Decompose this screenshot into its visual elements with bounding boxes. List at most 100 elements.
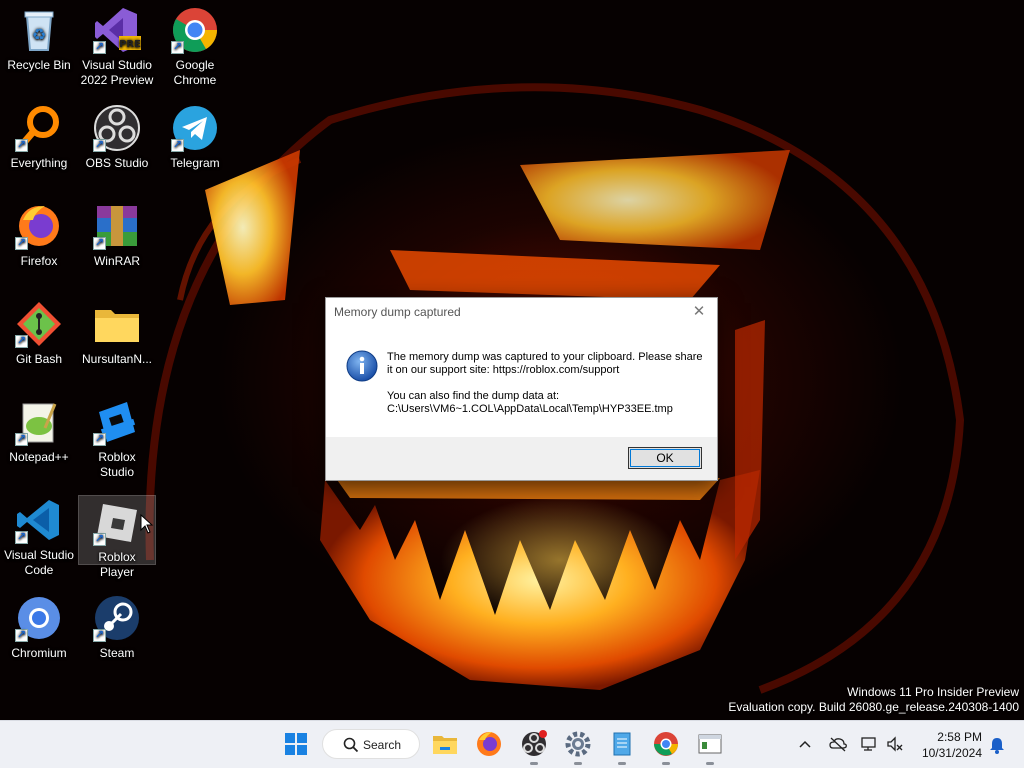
close-icon[interactable]: ✕ [689, 302, 709, 322]
desktop-icon-label: Firefox [20, 254, 58, 268]
desktop-icon-label: Chromium [11, 646, 67, 660]
firefox-icon: ↗ [15, 202, 63, 250]
folder-icon [93, 300, 141, 348]
desktop-icon-label: Roblox Studio [98, 450, 136, 479]
desktop-icon-label: Everything [10, 156, 68, 170]
memory-dump-dialog: Memory dump captured ✕ The memory dump w… [325, 297, 718, 481]
taskbar-settings[interactable] [563, 729, 593, 765]
desktop-icon-chrome[interactable]: ↗ Google Chrome [157, 0, 233, 90]
roblox-player-icon: ↗ [93, 498, 141, 546]
shortcut-arrow-icon: ↗ [93, 533, 106, 546]
file-explorer-icon [433, 736, 457, 754]
desktop-icon-steam[interactable]: ↗ Steam [79, 588, 155, 678]
desktop-icon-telegram[interactable]: ↗ Telegram [157, 98, 233, 188]
desktop-icon-winrar[interactable]: ↗ WinRAR [79, 196, 155, 286]
desktop-icon-label: Google Chrome [173, 58, 217, 87]
desktop-icon-label: NursultanN... [81, 352, 153, 366]
running-indicator [530, 762, 538, 765]
search-icon [343, 737, 359, 753]
pre-badge: PRE [119, 39, 141, 50]
desktop-icon-label: Recycle Bin [7, 58, 71, 72]
chrome-icon [654, 732, 678, 756]
dialog-body: The memory dump was captured to your cli… [326, 326, 717, 437]
desktop-icon-recycle-bin[interactable]: ♻ Recycle Bin [1, 0, 77, 90]
roblox-studio-icon: ↗ [93, 398, 141, 446]
shortcut-arrow-icon: ↗ [93, 237, 106, 250]
obs-icon [522, 730, 547, 756]
vscode-icon: ↗ [15, 496, 63, 544]
dialog-app-icon [698, 734, 722, 754]
git-bash-icon: ↗ [15, 300, 63, 348]
taskbar-clock[interactable]: 2:58 PM 10/31/2024 [922, 729, 982, 761]
clock-time: 2:58 PM [937, 730, 982, 744]
dialog-message-line1: The memory dump was captured to your cli… [387, 351, 703, 376]
dialog-message: The memory dump was captured to your cli… [387, 351, 707, 429]
taskbar-chrome[interactable] [651, 729, 681, 765]
desktop-icon-visual-studio-preview[interactable]: PRE ↗ Visual Studio 2022 Preview [79, 0, 155, 90]
network-icon[interactable] [860, 736, 878, 752]
taskbar-dialog-app[interactable] [695, 729, 725, 765]
dialog-title: Memory dump captured [334, 305, 461, 319]
telegram-icon: ↗ [171, 104, 219, 152]
shortcut-arrow-icon: ↗ [171, 41, 184, 54]
desktop-icon-label: Git Bash [15, 352, 63, 366]
volume-icon[interactable] [886, 736, 904, 752]
desktop-icon-label: Telegram [170, 156, 220, 170]
info-icon [346, 350, 378, 382]
notepadpp-icon: ↗ [15, 398, 63, 446]
shortcut-arrow-icon: ↗ [93, 41, 106, 54]
chrome-icon: ↗ [171, 6, 219, 54]
clock-date: 10/31/2024 [921, 746, 982, 760]
desktop-icon-notepadpp[interactable]: ↗ Notepad++ [1, 392, 77, 482]
dialog-titlebar[interactable]: Memory dump captured ✕ [326, 298, 717, 326]
shortcut-arrow-icon: ↗ [93, 139, 106, 152]
running-indicator [618, 762, 626, 765]
notepad-icon [613, 732, 631, 756]
desktop-icon-label: Roblox Player [98, 550, 136, 579]
ok-button[interactable]: OK [628, 447, 702, 469]
windows-watermark: Windows 11 Pro Insider Preview Evaluatio… [728, 685, 1019, 715]
onedrive-icon[interactable] [829, 736, 847, 752]
watermark-line2: Evaluation copy. Build 26080.ge_release.… [728, 700, 1019, 714]
shortcut-arrow-icon: ↗ [15, 139, 28, 152]
desktop-icon-roblox-studio[interactable]: ↗ Roblox Studio [79, 392, 155, 482]
desktop-icon-obs[interactable]: ↗ OBS Studio [79, 98, 155, 188]
desktop-icon-firefox[interactable]: ↗ Firefox [1, 196, 77, 286]
search-label: Search [363, 738, 402, 752]
taskbar-firefox[interactable] [474, 729, 504, 759]
taskbar-search-box[interactable]: Search [322, 729, 420, 759]
desktop-icon-label: OBS Studio [85, 156, 149, 170]
taskbar-file-explorer[interactable] [430, 729, 460, 759]
taskbar-notepad[interactable] [607, 729, 637, 765]
chevron-up-icon[interactable] [798, 737, 812, 751]
notification-bell-icon[interactable] [989, 736, 1005, 754]
mouse-cursor-icon [140, 514, 154, 534]
start-icon [285, 733, 307, 755]
steam-icon: ↗ [93, 594, 141, 642]
firefox-icon [477, 732, 501, 756]
settings-icon [565, 731, 591, 757]
running-indicator [662, 762, 670, 765]
desktop-icon-chromium[interactable]: ↗ Chromium [1, 588, 77, 678]
recycle-bin-icon: ♻ [15, 6, 63, 54]
running-indicator [574, 762, 582, 765]
desktop-icon-label: WinRAR [93, 254, 140, 268]
taskbar-obs[interactable] [519, 729, 549, 765]
taskbar: Search 2:58 PM 10/31/2024 [0, 720, 1024, 768]
desktop-icon-everything[interactable]: ↗ Everything [1, 98, 77, 188]
desktop-icon-git-bash[interactable]: ↗ Git Bash [1, 294, 77, 384]
desktop-icon-vscode[interactable]: ↗ Visual Studio Code [1, 490, 77, 580]
chromium-icon: ↗ [15, 594, 63, 642]
shortcut-arrow-icon: ↗ [15, 433, 28, 446]
desktop: ♻ Recycle Bin ↗ Everything ↗ Firefox ↗ G… [0, 0, 1024, 720]
watermark-line1: Windows 11 Pro Insider Preview [847, 685, 1019, 699]
shortcut-arrow-icon: ↗ [93, 433, 106, 446]
start-button[interactable] [281, 729, 311, 759]
desktop-icon-folder[interactable]: NursultanN... [79, 294, 155, 384]
visual-studio-preview-icon: PRE ↗ [93, 6, 141, 54]
desktop-icon-label: Visual Studio 2022 Preview [80, 58, 154, 87]
dialog-message-line2: You can also find the dump data at: C:\U… [387, 390, 673, 415]
shortcut-arrow-icon: ↗ [15, 531, 28, 544]
shortcut-arrow-icon: ↗ [171, 139, 184, 152]
desktop-icon-label: Steam [99, 646, 135, 660]
